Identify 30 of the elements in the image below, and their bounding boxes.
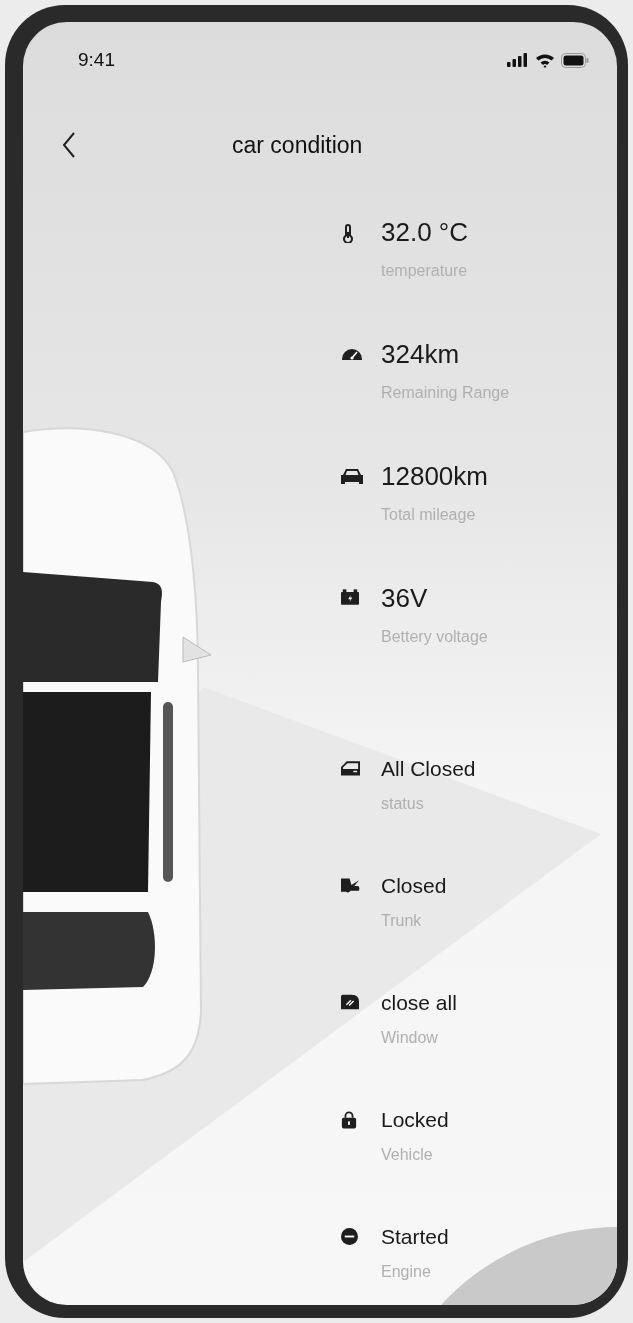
lock-icon bbox=[341, 1111, 357, 1129]
car-icon bbox=[341, 467, 363, 485]
reading-value: Closed bbox=[381, 874, 447, 898]
status-time: 9:41 bbox=[78, 49, 115, 71]
reading-value: close all bbox=[381, 991, 457, 1015]
trunk-icon bbox=[341, 877, 360, 894]
battery-icon bbox=[561, 52, 589, 68]
car-door-icon bbox=[341, 760, 360, 776]
signal-icon bbox=[507, 53, 529, 67]
reading-label: Engine bbox=[381, 1263, 432, 1281]
reading-label: Window bbox=[381, 1029, 439, 1047]
back-button[interactable] bbox=[60, 130, 78, 160]
battery-icon bbox=[341, 589, 359, 605]
engine-start-icon bbox=[341, 1228, 358, 1245]
reading-value: All Closed bbox=[381, 757, 476, 781]
reading-label: Vehicle bbox=[381, 1146, 434, 1164]
reading-value: 324km bbox=[381, 339, 461, 370]
thermometer-icon bbox=[341, 223, 355, 243]
reading-value: 36V bbox=[381, 583, 429, 614]
reading-label: Trunk bbox=[381, 912, 423, 930]
reading-label: Total mileage bbox=[381, 506, 477, 524]
reading-value: Started bbox=[381, 1225, 449, 1249]
reading-value: 12800km bbox=[381, 461, 488, 492]
reading-label: status bbox=[381, 795, 425, 813]
page-title: car condition bbox=[232, 131, 363, 159]
reading-label: Bettery voltage bbox=[381, 628, 488, 646]
reading-value: Locked bbox=[381, 1108, 449, 1132]
back-icon bbox=[62, 132, 76, 158]
reading-value: 32.0 °C bbox=[381, 217, 468, 248]
wifi-icon bbox=[535, 52, 555, 68]
